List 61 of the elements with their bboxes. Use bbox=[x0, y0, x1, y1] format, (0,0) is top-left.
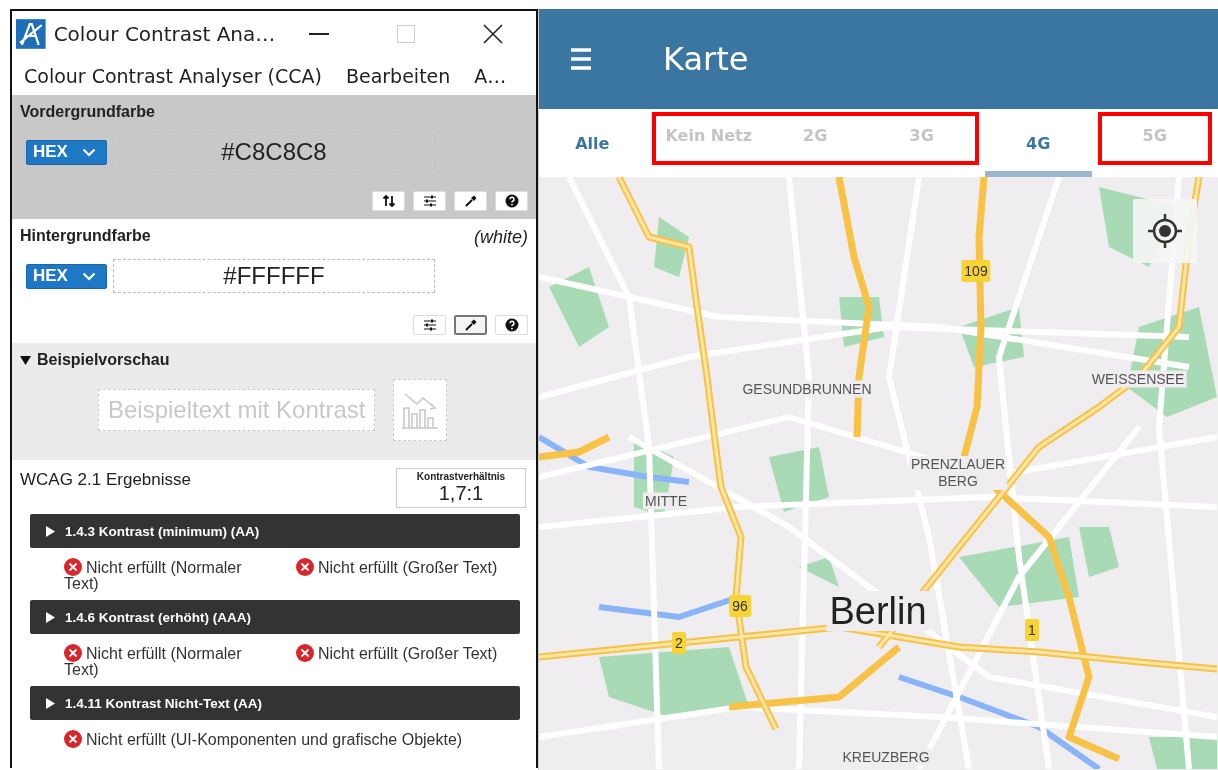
help-icon bbox=[504, 318, 519, 332]
preview-title: Beispielvorschau bbox=[37, 351, 170, 369]
district-label: GESUNDBRUNNEN bbox=[740, 380, 874, 398]
map[interactable]: 109 WEISSENSEE GESUNDBRUNNEN PRENZLAUER BERG MITTE 96 Berlin 2 1 KREUZBERG bbox=[539, 177, 1218, 770]
swap-button[interactable] bbox=[372, 191, 405, 211]
menu-icon bbox=[571, 48, 591, 70]
help-button[interactable] bbox=[495, 315, 528, 335]
sliders-icon bbox=[422, 318, 437, 332]
menu-item[interactable]: Colour Contrast Analyser (CCA) bbox=[24, 65, 322, 87]
maximize-icon bbox=[396, 25, 415, 43]
ratio-label: Kontrastverhältnis bbox=[415, 471, 507, 482]
hex-value-field[interactable]: #C8C8C8 bbox=[112, 135, 435, 169]
result-text: Nicht erfüllt (Großer Text) bbox=[296, 558, 498, 592]
chevron-down-icon bbox=[81, 147, 96, 157]
screen-title: Karte bbox=[663, 40, 749, 78]
color-label: Hintergrundfarbe bbox=[20, 227, 151, 246]
network-tab[interactable]: Alle bbox=[539, 109, 646, 177]
sliders-icon bbox=[422, 194, 437, 208]
district-label: KREUZBERG bbox=[840, 748, 932, 766]
road-number-sign: 96 bbox=[729, 595, 751, 617]
menu-item[interactable]: Bearbeiten bbox=[345, 65, 451, 87]
result-text: Nicht erfüllt (Großer Text) bbox=[296, 644, 498, 678]
sliders-button[interactable] bbox=[413, 315, 446, 335]
bar-chart-icon bbox=[401, 390, 440, 430]
district-label: PRENZLAUER BERG bbox=[908, 456, 1008, 490]
city-label: Berlin bbox=[826, 591, 930, 631]
road-number-sign: 1 bbox=[1025, 619, 1039, 641]
ratio-value: 1,7:1 bbox=[437, 482, 485, 505]
hex-value-field[interactable]: #FFFFFF bbox=[112, 259, 435, 293]
result-text: Nicht erfüllt (Normaler Text) bbox=[64, 558, 243, 592]
criterion-header[interactable]: 1.4.6 Kontrast (erhöht) (AAA) bbox=[30, 600, 520, 634]
minimize-icon bbox=[308, 33, 329, 35]
format-dropdown[interactable]: HEX bbox=[26, 139, 107, 165]
menu-button[interactable] bbox=[571, 48, 591, 70]
eyedropper-icon bbox=[463, 318, 478, 332]
app-logo-icon bbox=[16, 19, 46, 49]
eyedropper-button[interactable] bbox=[454, 315, 487, 335]
result-text: Nicht erfüllt (Normaler Text) bbox=[64, 644, 243, 678]
road-number-sign: 109 bbox=[961, 260, 991, 282]
sliders-button[interactable] bbox=[413, 191, 446, 211]
eyedropper-icon bbox=[463, 194, 478, 208]
district-label: MITTE bbox=[643, 492, 689, 510]
criterion-header[interactable]: 1.4.3 Kontrast (minimum) (AA) bbox=[30, 514, 520, 548]
format-dropdown[interactable]: HEX bbox=[26, 263, 107, 289]
help-button[interactable] bbox=[495, 191, 528, 211]
criterion-header[interactable]: 1.4.11 Kontrast Nicht-Text (AA) bbox=[30, 686, 520, 720]
result-text: Nicht erfüllt (UI-Komponenten und grafische Objekte) bbox=[64, 730, 463, 748]
color-name: (white) bbox=[474, 227, 528, 249]
color-label: Vordergrundfarbe bbox=[20, 103, 155, 122]
road-number-sign: 2 bbox=[672, 632, 686, 654]
chevron-down-icon bbox=[81, 271, 96, 281]
locate-button[interactable] bbox=[1133, 199, 1197, 263]
crosshair-icon bbox=[1147, 213, 1183, 249]
results-title: WCAG 2.1 Ergebnisse bbox=[20, 470, 191, 491]
caret-down-icon[interactable] bbox=[20, 354, 31, 366]
window-title: Colour Contrast Ana… bbox=[53, 22, 276, 46]
district-label: WEISSENSEE bbox=[1089, 370, 1187, 388]
help-icon bbox=[504, 194, 519, 208]
close-icon bbox=[482, 24, 503, 44]
menu-item[interactable]: A… bbox=[474, 65, 507, 87]
swap-icon bbox=[381, 194, 396, 208]
